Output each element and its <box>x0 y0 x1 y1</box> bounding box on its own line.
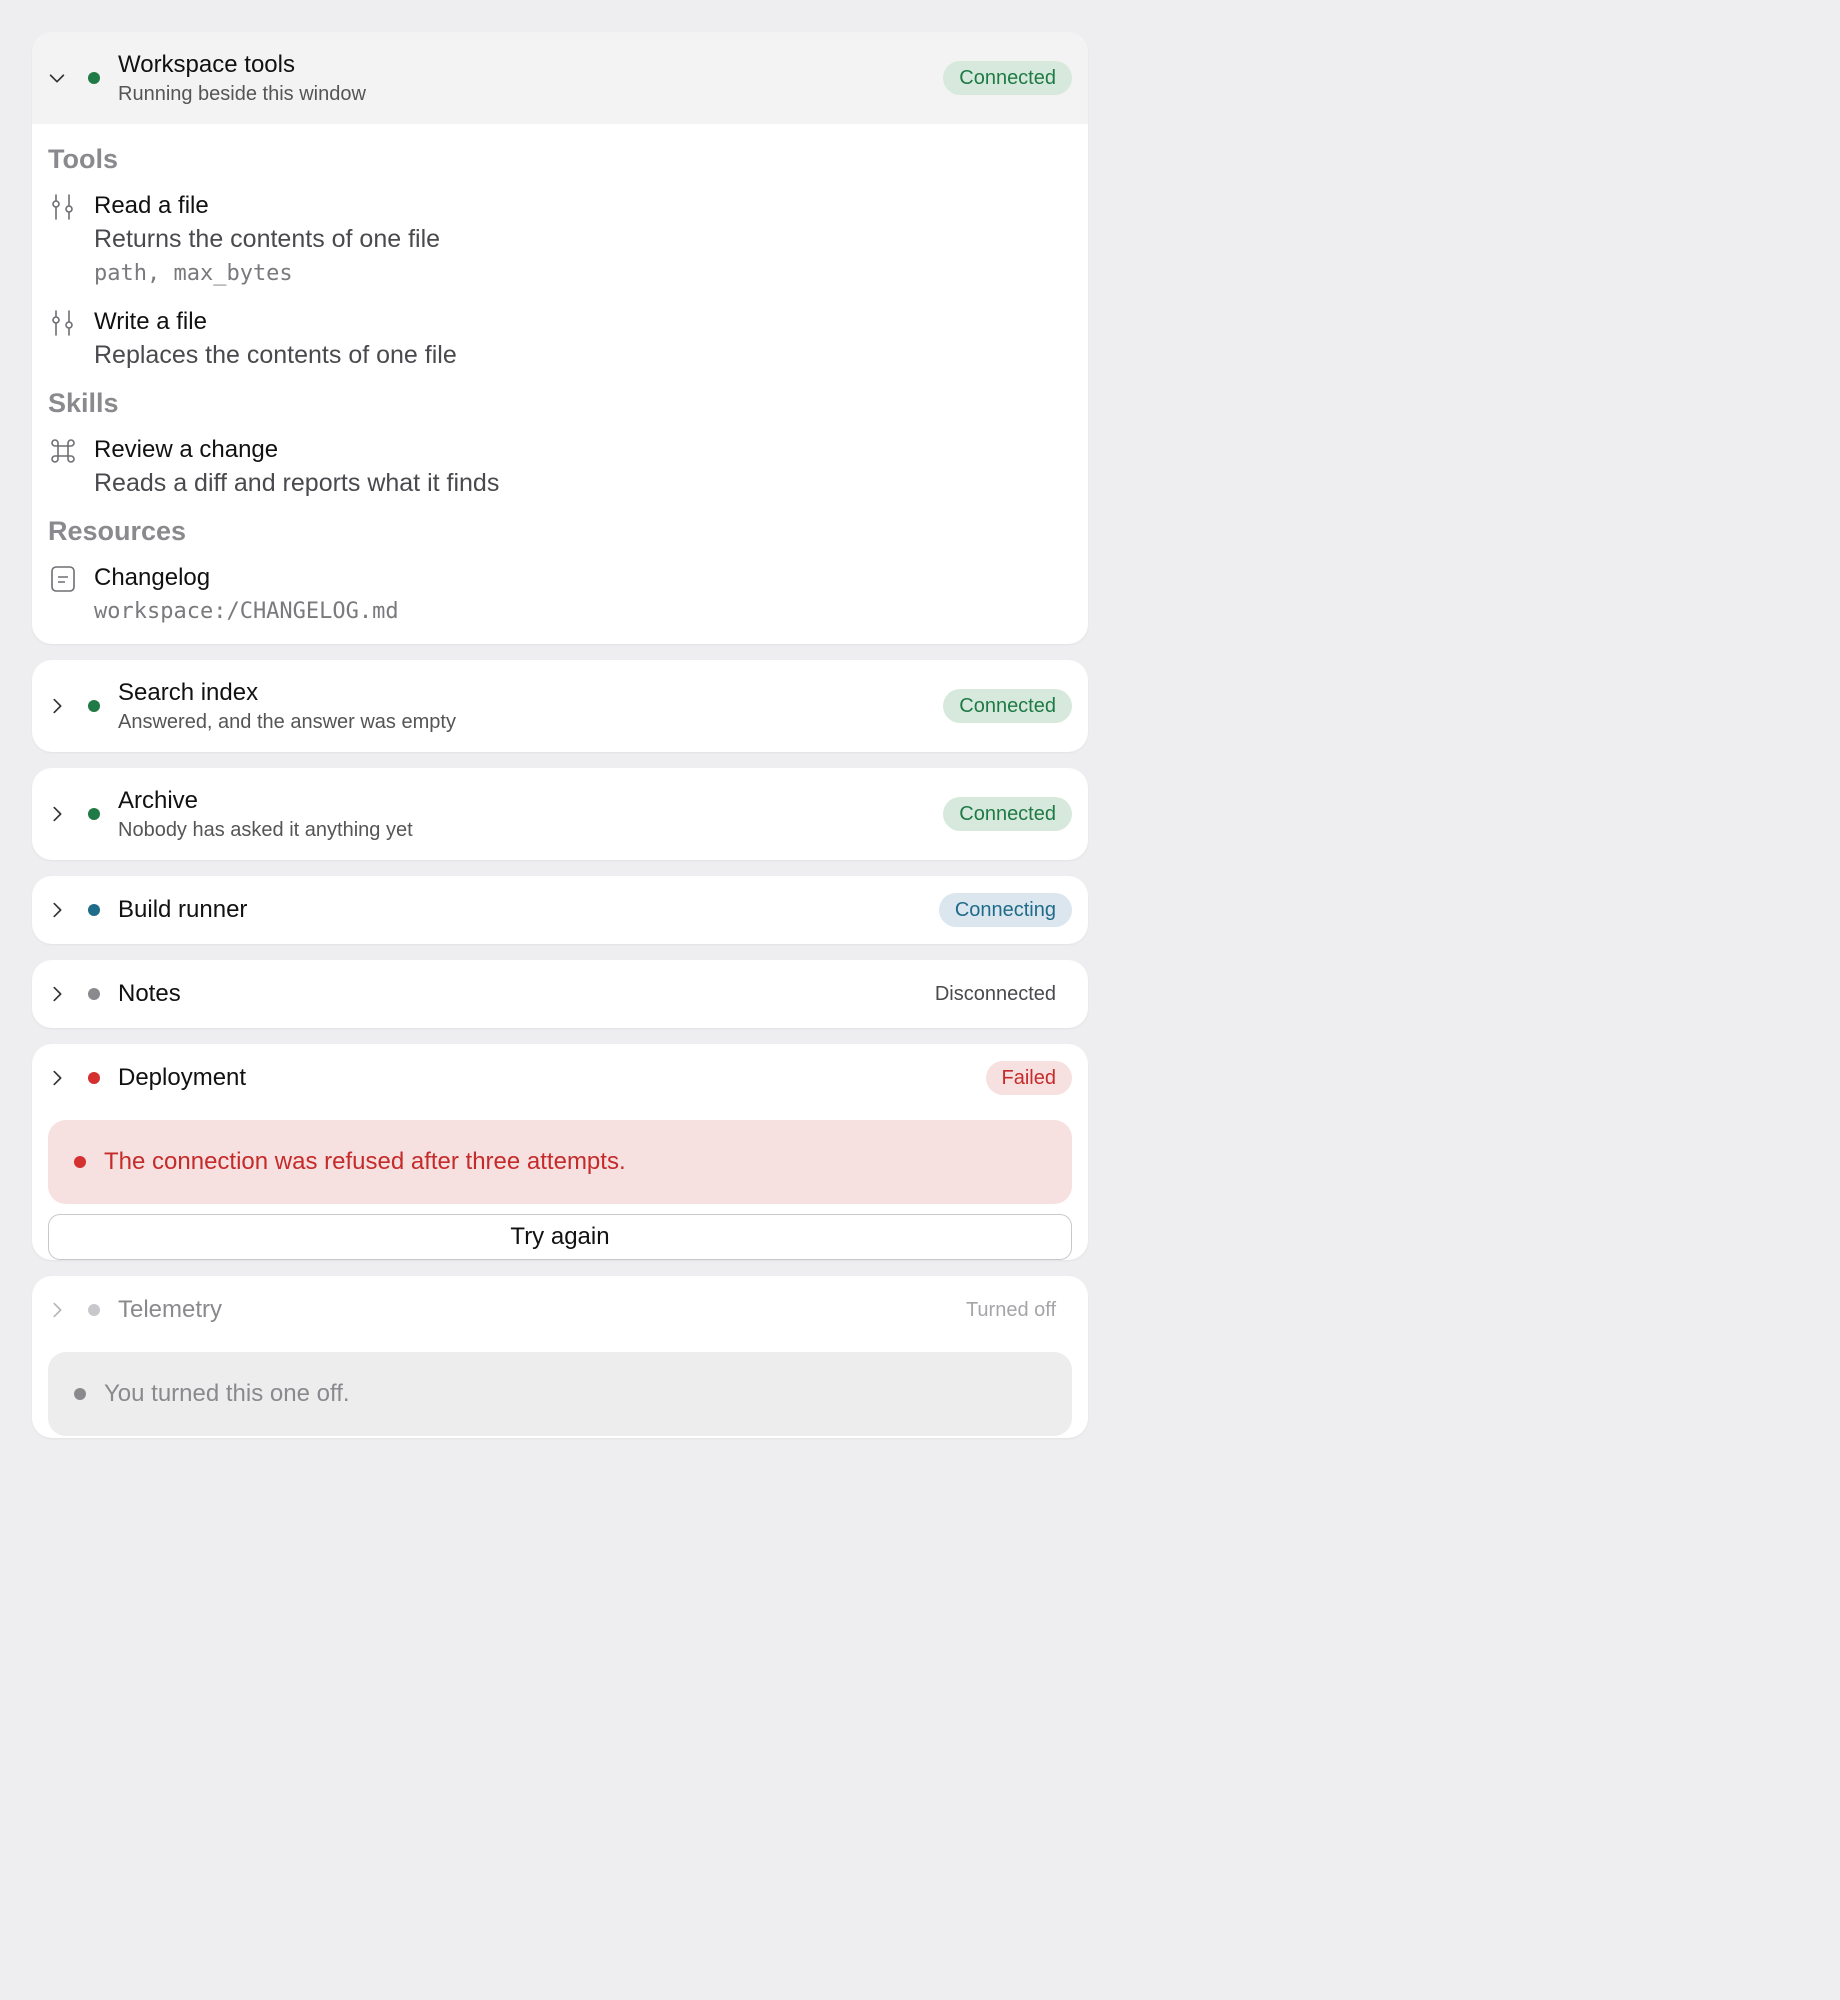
server-list: Workspace tools Running beside this wind… <box>32 32 1088 1454</box>
status-dot <box>88 904 100 916</box>
server-card-notes: Notes Disconnected <box>32 960 1088 1028</box>
server-details: Tools Read a file Returns the contents o… <box>32 124 1088 644</box>
server-name: Notes <box>118 980 181 1007</box>
chevron-right-icon[interactable] <box>46 803 68 825</box>
server-card-telemetry: Telemetry Turned off You turned this one… <box>32 1276 1088 1438</box>
resource-title: Changelog <box>94 564 211 591</box>
server-name: Workspace tools <box>118 50 295 78</box>
server-subtitle: Running beside this window <box>118 82 366 105</box>
status-dot <box>88 808 100 820</box>
tool-description: Returns the contents of one file <box>94 225 441 253</box>
tool-title: Read a file <box>94 192 209 219</box>
status-dot <box>88 988 100 1000</box>
document-icon <box>48 564 78 594</box>
server-header-build-runner[interactable]: Build runner Connecting <box>32 876 1088 944</box>
server-name: Deployment <box>118 1064 247 1091</box>
server-subtitle: Nobody has asked it anything yet <box>118 818 413 841</box>
server-header-workspace-tools[interactable]: Workspace tools Running beside this wind… <box>32 32 1088 124</box>
tool-description: Replaces the contents of one file <box>94 341 457 369</box>
server-name: Archive <box>118 786 199 814</box>
chevron-down-icon[interactable] <box>46 67 68 89</box>
error-message: The connection was refused after three a… <box>104 1148 626 1175</box>
chevron-right-icon[interactable] <box>46 695 68 717</box>
server-header-telemetry[interactable]: Telemetry Turned off <box>32 1276 1088 1344</box>
tool-item[interactable]: Read a file Returns the contents of one … <box>48 190 1072 292</box>
server-card-archive: Archive Nobody has asked it anything yet… <box>32 768 1088 860</box>
server-card-deployment: Deployment Failed The connection was ref… <box>32 1044 1088 1260</box>
status-badge: Connected <box>943 797 1072 831</box>
error-notice: The connection was refused after three a… <box>48 1120 1072 1204</box>
command-icon <box>48 436 78 466</box>
skill-item[interactable]: Review a change Reads a diff and reports… <box>48 434 1072 500</box>
notice-dot <box>74 1388 86 1400</box>
server-name: Build runner <box>118 896 248 923</box>
server-card-workspace-tools: Workspace tools Running beside this wind… <box>32 32 1088 644</box>
server-name: Telemetry <box>118 1296 223 1323</box>
skill-title: Review a change <box>94 436 279 463</box>
disabled-notice: You turned this one off. <box>48 1352 1072 1436</box>
status-badge: Connected <box>943 61 1072 95</box>
status-badge: Connected <box>943 689 1072 723</box>
section-title-tools: Tools <box>48 144 118 174</box>
tool-item[interactable]: Write a file Replaces the contents of on… <box>48 306 1072 372</box>
error-dot <box>74 1156 86 1168</box>
chevron-right-icon[interactable] <box>46 983 68 1005</box>
status-badge: Turned off <box>965 1299 1056 1321</box>
tool-params: path, max_bytes <box>94 261 293 286</box>
sliders-icon <box>48 192 78 222</box>
tool-title: Write a file <box>94 308 207 335</box>
server-header-notes[interactable]: Notes Disconnected <box>32 960 1088 1028</box>
status-dot <box>88 1072 100 1084</box>
chevron-right-icon[interactable] <box>46 1299 68 1321</box>
server-subtitle: Answered, and the answer was empty <box>118 710 456 733</box>
chevron-right-icon[interactable] <box>46 899 68 921</box>
section-title-resources: Resources <box>48 516 187 546</box>
status-badge: Failed <box>985 1061 1072 1095</box>
server-header-search-index[interactable]: Search index Answered, and the answer wa… <box>32 660 1088 752</box>
section-title-skills: Skills <box>48 388 119 418</box>
server-name: Search index <box>118 678 259 706</box>
resource-item[interactable]: Changelog workspace:/CHANGELOG.md <box>48 562 1072 630</box>
status-dot <box>88 72 100 84</box>
notice-message: You turned this one off. <box>104 1380 350 1407</box>
server-card-search-index: Search index Answered, and the answer wa… <box>32 660 1088 752</box>
status-badge: Connecting <box>938 893 1072 927</box>
status-dot <box>88 700 100 712</box>
server-header-deployment[interactable]: Deployment Failed <box>32 1044 1088 1112</box>
resource-uri: workspace:/CHANGELOG.md <box>94 599 399 624</box>
server-header-archive[interactable]: Archive Nobody has asked it anything yet… <box>32 768 1088 860</box>
try-again-button[interactable]: Try again <box>48 1214 1072 1260</box>
server-card-build-runner: Build runner Connecting <box>32 876 1088 944</box>
status-badge: Disconnected <box>934 983 1056 1005</box>
sliders-icon <box>48 308 78 338</box>
skill-description: Reads a diff and reports what it finds <box>94 469 500 497</box>
status-dot <box>88 1304 100 1316</box>
chevron-right-icon[interactable] <box>46 1067 68 1089</box>
